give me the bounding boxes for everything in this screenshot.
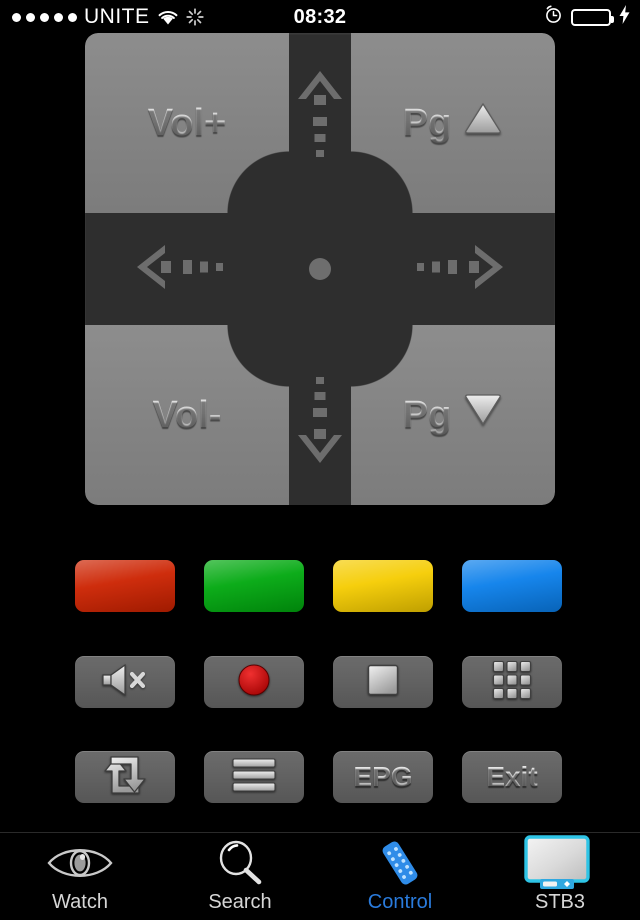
tab-stb3-label: STB3 (534, 891, 586, 913)
tab-search-label: Search (208, 891, 272, 913)
page-up-label: Pg (402, 101, 452, 144)
arrow-left-icon (131, 244, 243, 295)
dpad-panel: Vol+ Pg Vol- Pg (85, 33, 555, 505)
dpad-right-button[interactable] (351, 213, 555, 325)
stop-square-icon (366, 663, 400, 702)
triangle-up-icon (463, 101, 503, 145)
menu-bars-icon (232, 757, 276, 797)
epg-label: EPG (353, 761, 413, 792)
tab-control-label: Control (367, 891, 433, 913)
page-down-button[interactable]: Pg (351, 325, 555, 505)
remote-control-screen: UNITE 08:32 Vol+ Pg Vol- Pg EPG Exit Wat… (0, 0, 640, 920)
record-circle-icon (237, 663, 271, 702)
charging-bolt-icon (619, 5, 630, 29)
ok-center-button[interactable] (309, 258, 331, 280)
eye-icon (45, 837, 115, 889)
mute-button[interactable] (75, 656, 175, 708)
tab-watch[interactable]: Watch (0, 833, 160, 920)
numeric-keypad-icon (492, 660, 532, 705)
green-button[interactable] (204, 560, 304, 612)
red-button[interactable] (75, 560, 175, 612)
tab-watch-label: Watch (52, 891, 108, 913)
tab-control[interactable]: Control (320, 833, 480, 920)
triangle-down-icon (463, 393, 503, 437)
set-top-box-icon (523, 835, 597, 889)
stop-button[interactable] (333, 656, 433, 708)
alarm-clock-icon (544, 5, 563, 29)
battery-icon (571, 8, 614, 26)
tab-search[interactable]: Search (160, 833, 320, 920)
exit-label: Exit (486, 761, 538, 792)
status-bar-right (544, 0, 630, 34)
tab-stb3[interactable]: STB3 (480, 833, 640, 920)
dpad-left-button[interactable] (85, 213, 289, 325)
page-up-button[interactable]: Pg (351, 33, 555, 213)
speaker-mute-icon (99, 663, 151, 702)
volume-down-button[interactable]: Vol- (85, 325, 289, 505)
blue-button[interactable] (462, 560, 562, 612)
swap-button[interactable] (75, 751, 175, 803)
arrow-up-icon (297, 65, 343, 182)
swap-arrows-icon (101, 755, 149, 800)
dpad-down-button[interactable] (289, 325, 351, 505)
function-row-3: EPG Exit (0, 751, 640, 803)
menu-button[interactable] (204, 751, 304, 803)
volume-down-label: Vol- (152, 393, 222, 436)
function-row-2 (0, 656, 640, 708)
keypad-button[interactable] (462, 656, 562, 708)
epg-button[interactable]: EPG (333, 751, 433, 803)
yellow-button[interactable] (333, 560, 433, 612)
arrow-down-icon (297, 357, 343, 474)
arrow-right-icon (397, 244, 509, 295)
volume-up-label: Vol+ (147, 101, 227, 144)
exit-button[interactable]: Exit (462, 751, 562, 803)
color-buttons-row (0, 560, 640, 614)
status-bar: UNITE 08:32 (0, 0, 640, 34)
page-down-label: Pg (402, 393, 452, 436)
search-icon (214, 837, 266, 889)
dpad-up-button[interactable] (289, 33, 351, 213)
volume-up-button[interactable]: Vol+ (85, 33, 289, 213)
remote-control-icon (374, 837, 426, 889)
record-button[interactable] (204, 656, 304, 708)
tab-bar: Watch Search Control STB3 (0, 832, 640, 920)
